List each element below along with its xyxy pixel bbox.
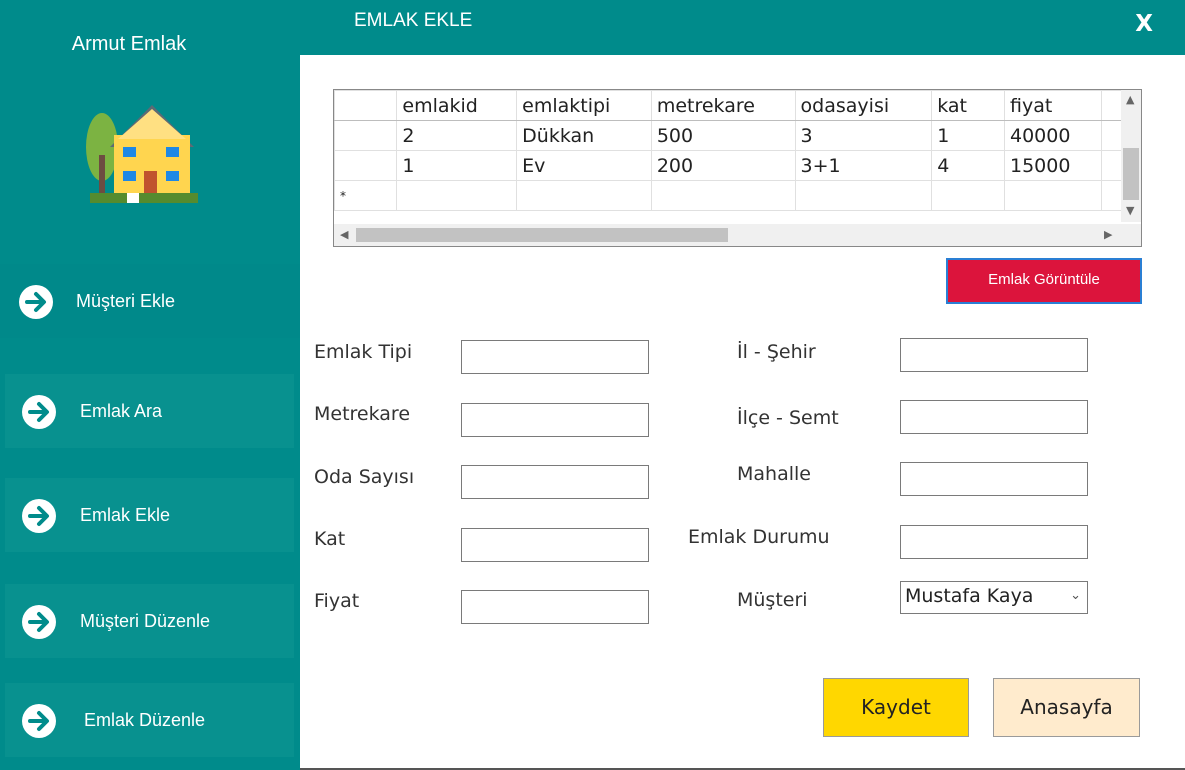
kat-label: Kat — [314, 528, 346, 550]
musteri-select-value: Mustafa Kaya — [905, 585, 1034, 607]
scroll-right-icon[interactable]: ▶ — [1104, 228, 1112, 241]
fiyat-input[interactable] — [461, 590, 649, 624]
anasayfa-button[interactable]: Anasayfa — [993, 678, 1140, 737]
grid-cell[interactable]: 4 — [931, 150, 1005, 181]
column-header[interactable]: fiyat — [1003, 90, 1103, 121]
arrow-right-circle-icon — [22, 395, 56, 429]
sidebar-item-musteri-duzenle[interactable]: Müşteri Düzenle — [5, 584, 294, 658]
oda-sayisi-label: Oda Sayısı — [314, 466, 415, 488]
column-header[interactable]: emlakid — [396, 90, 518, 121]
metrekare-label: Metrekare — [314, 403, 411, 425]
emlak-durumu-label: Emlak Durumu — [688, 526, 830, 548]
grid-header-row: emlakid emlaktipi metrekare odasayisi ka… — [334, 90, 1141, 121]
grid-cell[interactable]: 3 — [794, 120, 933, 151]
mahalle-label: Mahalle — [737, 463, 811, 485]
table-row[interactable]: 1 Ev 200 3+1 4 15000 — [334, 150, 1141, 181]
sidebar-item-emlak-ekle[interactable]: Emlak Ekle — [5, 478, 294, 552]
oda-sayisi-input[interactable] — [461, 465, 649, 499]
column-header[interactable]: metrekare — [650, 90, 796, 121]
table-row[interactable]: 2 Dükkan 500 3 1 40000 — [334, 120, 1141, 151]
scroll-up-icon[interactable]: ▲ — [1126, 93, 1134, 106]
page-title: EMLAK EKLE — [354, 10, 473, 31]
kaydet-button[interactable]: Kaydet — [823, 678, 969, 737]
scroll-down-icon[interactable]: ▼ — [1126, 204, 1134, 217]
scroll-left-icon[interactable]: ◀ — [340, 228, 348, 241]
column-header[interactable]: odasayisi — [794, 90, 933, 121]
ilce-semt-input[interactable] — [900, 400, 1088, 434]
grid-cell[interactable]: 3+1 — [794, 150, 933, 181]
column-header[interactable]: kat — [931, 90, 1005, 121]
fiyat-label: Fiyat — [314, 590, 360, 612]
sidebar-item-label: Müşteri Düzenle — [80, 611, 211, 631]
ilce-semt-label: İlçe - Semt — [737, 407, 839, 429]
row-header-cell[interactable] — [334, 150, 398, 181]
sidebar-item-label: Emlak Ara — [80, 401, 163, 421]
arrow-right-circle-icon — [22, 499, 56, 533]
grid-cell[interactable]: 500 — [650, 120, 796, 151]
il-sehir-label: İl - Şehir — [737, 341, 816, 363]
sidebar-item-label: Müşteri Ekle — [76, 291, 176, 311]
grid-cell[interactable] — [516, 180, 652, 211]
grid-cell[interactable]: 2 — [396, 120, 518, 151]
grid-cell[interactable] — [931, 180, 1005, 211]
property-data-grid[interactable]: emlakid emlaktipi metrekare odasayisi ka… — [333, 89, 1142, 247]
arrow-right-circle-icon — [19, 285, 53, 319]
chevron-down-icon[interactable]: ⌄ — [1070, 588, 1081, 603]
grid-cell[interactable]: 15000 — [1003, 150, 1103, 181]
sidebar-item-emlak-duzenle[interactable]: Emlak Düzenle — [5, 683, 294, 757]
metrekare-input[interactable] — [461, 403, 649, 437]
kat-input[interactable] — [461, 528, 649, 562]
emlak-durumu-input[interactable] — [900, 525, 1088, 559]
musteri-label: Müşteri — [737, 589, 808, 611]
sidebar-item-emlak-ara[interactable]: Emlak Ara — [5, 374, 294, 448]
grid-cell[interactable] — [396, 180, 518, 211]
app-title: Armut Emlak — [71, 33, 187, 55]
data-grid-table: emlakid emlaktipi metrekare odasayisi ka… — [334, 90, 1141, 211]
vertical-scroll-thumb[interactable] — [1123, 148, 1139, 200]
grid-cell[interactable]: 200 — [650, 150, 796, 181]
emlak-tipi-label: Emlak Tipi — [314, 341, 413, 363]
horizontal-scrollbar[interactable]: ◀ ▶ — [334, 224, 1123, 246]
emlak-goruntule-button[interactable]: Emlak Görüntüle — [946, 258, 1142, 304]
row-header-cell[interactable] — [334, 120, 398, 151]
sidebar-item-label: Emlak Ekle — [80, 505, 171, 525]
grid-cell[interactable]: 1 — [931, 120, 1005, 151]
grid-cell[interactable] — [1003, 180, 1103, 211]
column-header[interactable]: emlaktipi — [516, 90, 652, 121]
horizontal-scroll-thumb[interactable] — [356, 228, 728, 242]
scrollbar-corner — [1121, 224, 1141, 246]
grid-cell[interactable] — [794, 180, 933, 211]
musteri-select[interactable]: Mustafa Kaya ⌄ — [900, 581, 1088, 614]
grid-cell[interactable] — [650, 180, 796, 211]
grid-cell[interactable]: 1 — [396, 150, 518, 181]
title-bar: EMLAK EKLE X — [300, 0, 1185, 55]
grid-cell[interactable]: Ev — [516, 150, 652, 181]
il-sehir-input[interactable] — [900, 338, 1088, 372]
sidebar-item-musteri-ekle[interactable]: Müşteri Ekle — [0, 264, 300, 338]
vertical-scrollbar[interactable]: ▲ ▼ — [1121, 90, 1141, 222]
house-logo-icon — [86, 105, 198, 203]
grid-cell[interactable]: 40000 — [1003, 120, 1103, 151]
sidebar: Armut Emlak Müşteri Ekle Emlak Ara Emlak… — [0, 0, 300, 770]
mahalle-input[interactable] — [900, 462, 1088, 496]
arrow-right-circle-icon — [22, 605, 56, 639]
close-button[interactable]: X — [1135, 11, 1153, 37]
emlak-tipi-input[interactable] — [461, 340, 649, 374]
new-row-marker: * — [334, 180, 398, 211]
new-row[interactable]: * — [334, 180, 1141, 211]
grid-cell[interactable]: Dükkan — [516, 120, 652, 151]
sidebar-item-label: Emlak Düzenle — [84, 710, 206, 730]
arrow-right-circle-icon — [22, 704, 56, 738]
row-header-cell[interactable] — [334, 90, 398, 121]
